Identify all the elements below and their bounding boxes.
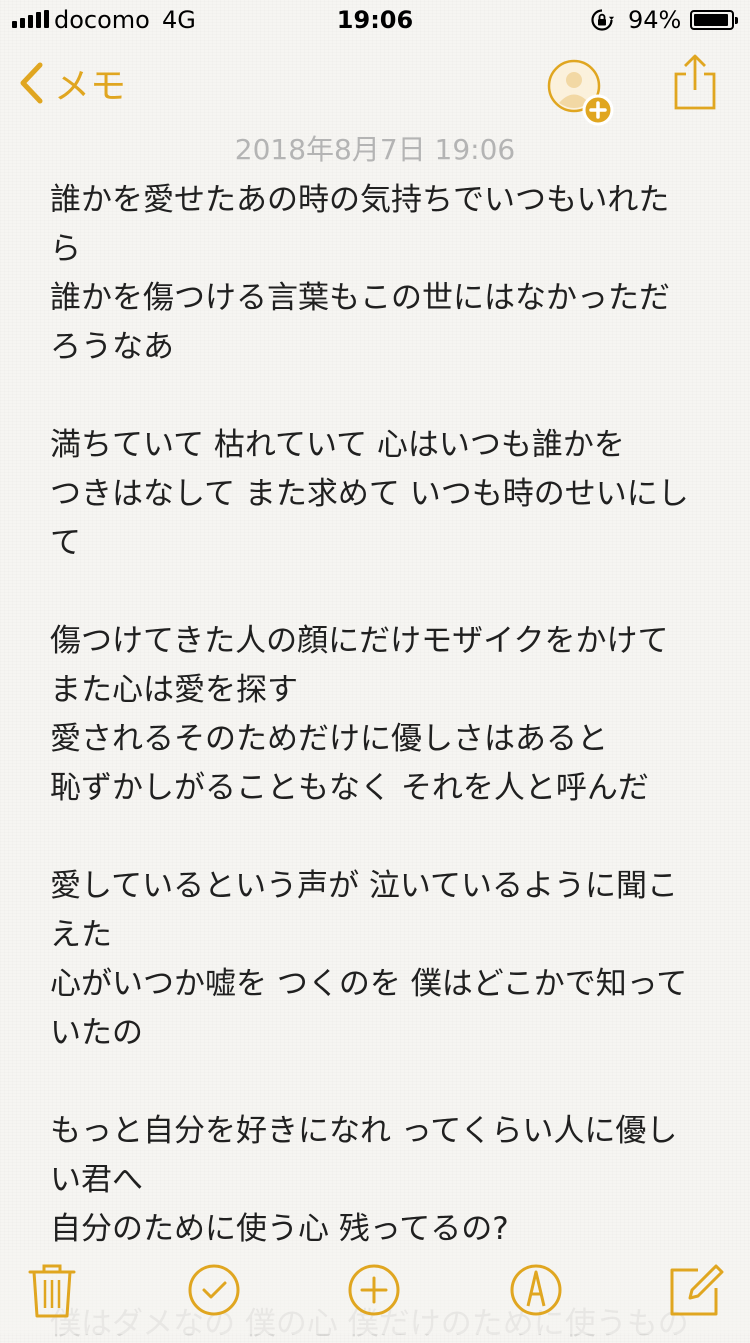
bottom-toolbar bbox=[0, 1250, 750, 1334]
orientation-lock-icon bbox=[591, 9, 614, 31]
note-line: もっと自分を好きになれ ってくらい人に優し bbox=[50, 1113, 678, 1149]
battery-percentage: 94% bbox=[628, 6, 682, 34]
note-line: 愛しているという声が 泣いているように聞こ bbox=[50, 868, 678, 904]
note-line: 満ちていて 枯れていて 心はいつも誰かを bbox=[50, 427, 625, 463]
sketch-button[interactable] bbox=[506, 1260, 566, 1320]
add-button[interactable] bbox=[344, 1260, 404, 1320]
add-icon bbox=[348, 1264, 400, 1316]
note-line: 誰かを愛せたあの時の気持ちでいつもいれた bbox=[50, 182, 670, 218]
note-line: 愛されるそのためだけに優しさはあると bbox=[50, 721, 608, 757]
note-line: て bbox=[50, 525, 81, 561]
add-person-icon bbox=[547, 59, 614, 126]
note-line: 心がいつか嘘を つくのを 僕はどこかで知って bbox=[50, 966, 688, 1002]
note-line: い君へ bbox=[50, 1162, 143, 1198]
battery-fill bbox=[694, 14, 728, 26]
back-button[interactable]: メモ bbox=[18, 58, 126, 108]
note-line: 誰かを傷つける言葉もこの世にはなかっただ bbox=[50, 280, 670, 316]
note-line: 傷つけてきた人の顔にだけモザイクをかけて bbox=[50, 623, 669, 659]
delete-button[interactable] bbox=[22, 1260, 82, 1320]
note-line: ろうなあ bbox=[50, 329, 174, 365]
note-line: いたの bbox=[50, 1015, 143, 1051]
share-icon bbox=[674, 54, 716, 110]
note-blank-line bbox=[50, 813, 710, 862]
note-body[interactable]: 誰かを愛せたあの時の気持ちでいつもいれた ら 誰かを傷つける言葉もこの世にはなか… bbox=[50, 176, 710, 1254]
checklist-icon bbox=[188, 1264, 240, 1316]
note-line: つきはなして また求めて いつも時のせいにし bbox=[50, 476, 689, 512]
note-date: 2018年8月7日 19:06 bbox=[234, 133, 516, 166]
checklist-button[interactable] bbox=[184, 1260, 244, 1320]
sketch-icon bbox=[510, 1264, 562, 1316]
navigation-bar: メモ bbox=[0, 40, 750, 130]
share-button[interactable] bbox=[672, 52, 718, 112]
note-line: えた bbox=[50, 917, 112, 953]
note-line: 恥ずかしがることもなく それを人と呼んだ bbox=[50, 770, 649, 806]
note-blank-line bbox=[50, 372, 710, 421]
note-blank-line bbox=[50, 568, 710, 617]
chevron-left-icon bbox=[20, 62, 43, 104]
note-line: ら bbox=[50, 231, 81, 267]
trash-icon bbox=[28, 1264, 76, 1318]
compose-icon bbox=[670, 1264, 724, 1316]
back-button-label: メモ bbox=[54, 66, 127, 107]
battery-icon bbox=[690, 10, 738, 30]
note-line: 自分のために使う心 残ってるの? bbox=[50, 1211, 509, 1247]
status-bar: docomo 4G 19:06 94% bbox=[0, 0, 750, 40]
compose-button[interactable] bbox=[666, 1260, 726, 1320]
add-person-button[interactable] bbox=[546, 58, 616, 128]
note-blank-line bbox=[50, 1058, 710, 1107]
note-line: また心は愛を探す bbox=[50, 672, 298, 708]
